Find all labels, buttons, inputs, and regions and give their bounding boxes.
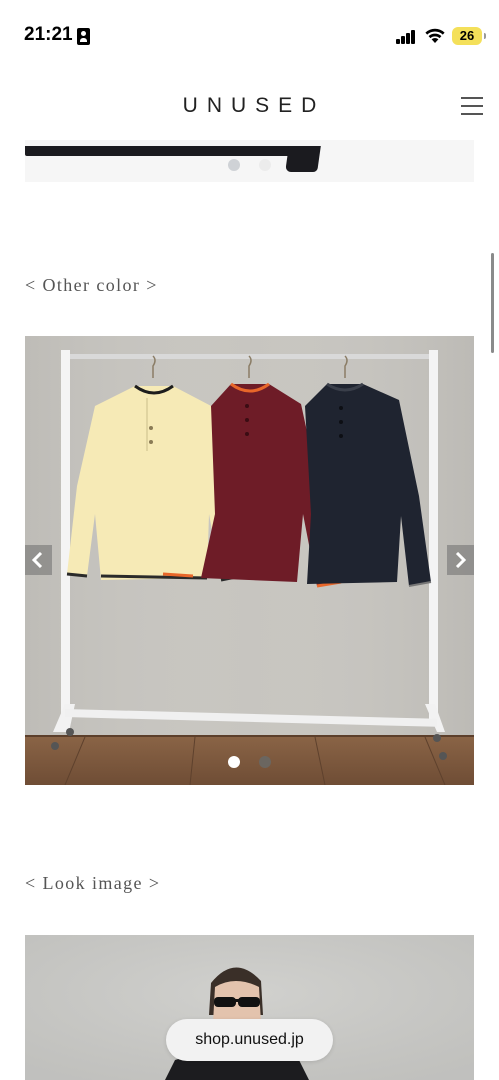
color-carousel-dot-1[interactable] — [228, 756, 240, 768]
sweater-hem — [25, 146, 319, 156]
browser-url-bar[interactable]: shop.unused.jp — [166, 1019, 333, 1061]
site-logo[interactable]: UNUSED — [0, 94, 499, 118]
battery-cap — [484, 33, 486, 39]
sweater-hem-edge — [285, 146, 321, 172]
product-carousel-main[interactable] — [25, 140, 474, 182]
hamburger-menu-icon[interactable] — [461, 96, 483, 116]
color-carousel-dot-2[interactable] — [259, 756, 271, 768]
cellular-signal-icon — [396, 30, 416, 44]
other-color-carousel[interactable] — [25, 336, 474, 785]
carousel-prev-button[interactable] — [25, 545, 52, 575]
other-color-image — [25, 336, 474, 785]
other-color-heading: < Other color > — [25, 275, 158, 295]
page-scrollbar[interactable] — [491, 253, 494, 353]
carousel-dot-1[interactable] — [228, 159, 240, 171]
product-image — [25, 140, 474, 182]
wifi-icon — [425, 28, 445, 43]
look-image-heading: < Look image > — [25, 873, 161, 893]
status-time: 21:21 — [24, 24, 73, 45]
status-bar: 21:21 26 — [0, 0, 499, 72]
carousel-dot-2[interactable] — [259, 159, 271, 171]
id-card-icon — [77, 28, 90, 45]
chevron-left-icon — [31, 552, 43, 568]
battery-icon: 26 — [452, 27, 482, 45]
carousel-next-button[interactable] — [447, 545, 474, 575]
chevron-right-icon — [455, 552, 467, 568]
